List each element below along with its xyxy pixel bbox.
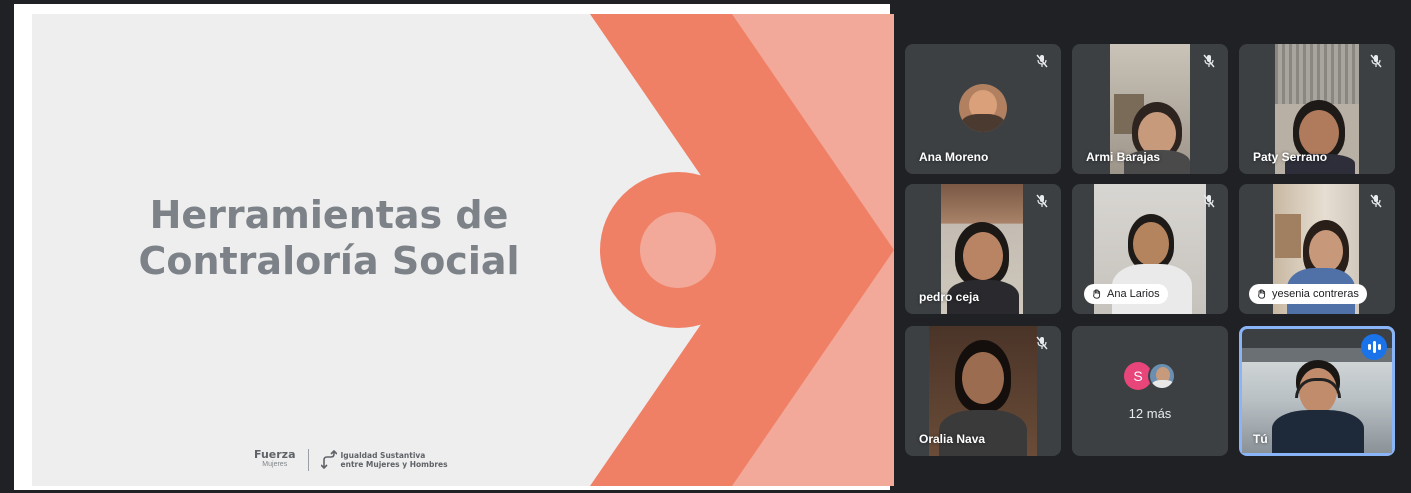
participant-name: Paty Serrano xyxy=(1253,150,1328,164)
more-participants-tile[interactable]: S 12 más xyxy=(1072,326,1228,456)
mic-off-icon xyxy=(1198,190,1220,212)
participant-tile[interactable]: Ana Moreno xyxy=(905,44,1061,174)
more-participants-avatars: S xyxy=(1124,362,1184,392)
self-view-tile[interactable]: Tú xyxy=(1239,326,1395,456)
fuerza-logo-text: Fuerza xyxy=(254,448,296,461)
participant-name: Oralia Nava xyxy=(919,432,986,446)
mic-off-icon xyxy=(1365,190,1387,212)
arrows-icon xyxy=(320,450,337,470)
more-participants-count: 12 más xyxy=(1128,406,1172,421)
mic-off-icon xyxy=(1031,50,1053,72)
participant-name: Tú xyxy=(1253,432,1268,446)
raised-hand-icon xyxy=(1093,289,1101,299)
slide-title-line-1: Herramientas de xyxy=(149,193,509,237)
participant-name: Armi Barajas xyxy=(1086,150,1161,164)
raised-hand-badge: Ana Larios xyxy=(1084,284,1168,304)
slide-title: Herramientas de Contraloría Social xyxy=(124,192,534,284)
mic-off-icon xyxy=(1031,190,1053,212)
participant-name: pedro ceja xyxy=(919,290,980,304)
participant-tile[interactable]: Ana Larios xyxy=(1072,184,1228,314)
igualdad-logo: Igualdad Sustantiva entre Mujeres y Homb… xyxy=(320,450,448,470)
igualdad-logo-line-2: entre Mujeres y Hombres xyxy=(340,460,448,469)
participant-name: yesenia contreras xyxy=(1272,288,1359,300)
slide-footer: Fuerza Mujeres Igualdad Sustantiva entre… xyxy=(254,446,448,474)
presentation-slide[interactable]: Herramientas de Contraloría Social Fuerz… xyxy=(32,14,894,486)
raised-hand-icon xyxy=(1258,289,1266,299)
raised-hand-badge: yesenia contreras xyxy=(1249,284,1367,304)
avatar xyxy=(1148,362,1176,390)
footer-divider xyxy=(307,449,309,471)
participant-tile[interactable]: Oralia Nava xyxy=(905,326,1061,456)
participant-tile[interactable]: Paty Serrano xyxy=(1239,44,1395,174)
participant-tile[interactable]: Armi Barajas xyxy=(1072,44,1228,174)
participant-name: Ana Moreno xyxy=(919,150,989,164)
mic-off-icon xyxy=(1031,332,1053,354)
presentation-frame: Herramientas de Contraloría Social Fuerz… xyxy=(14,4,894,490)
meet-window: Herramientas de Contraloría Social Fuerz… xyxy=(0,0,1411,493)
igualdad-logo-line-1: Igualdad Sustantiva xyxy=(340,451,426,460)
fuerza-logo-subtext: Mujeres xyxy=(262,461,288,468)
participant-tile[interactable]: pedro ceja xyxy=(905,184,1061,314)
mic-off-icon xyxy=(1198,50,1220,72)
avatar xyxy=(959,84,1007,132)
fuerza-mujeres-logo: Fuerza Mujeres xyxy=(254,448,296,470)
audio-level-icon xyxy=(1361,334,1387,360)
participant-grid: Ana Moreno Armi Barajas Paty Serrano ped… xyxy=(905,44,1395,456)
participant-name: Ana Larios xyxy=(1107,288,1160,300)
mic-off-icon xyxy=(1365,50,1387,72)
participant-tile[interactable]: yesenia contreras xyxy=(1239,184,1395,314)
slide-title-line-2: Contraloría Social xyxy=(138,239,520,283)
